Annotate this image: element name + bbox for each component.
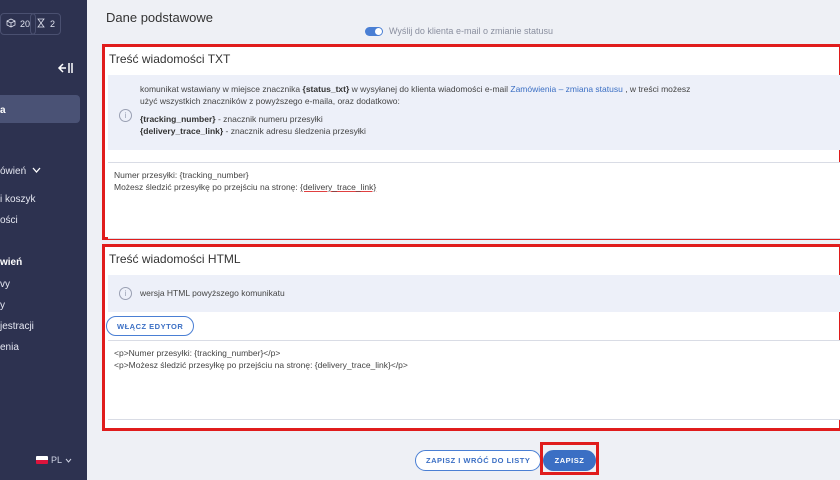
chevron-down-icon [65,458,72,463]
info-icon: i [119,109,132,122]
save-button[interactable]: ZAPISZ [543,450,596,471]
tracking-number-tag: {tracking_number} [140,114,216,124]
enable-editor-button[interactable]: WŁĄCZ EDYTOR [106,316,195,336]
tracking-number-desc: - znacznik numeru przesyłki [215,114,323,124]
sidebar-item-4[interactable]: y [0,300,5,311]
sidebar-item-cart[interactable]: i koszyk [0,194,36,205]
email-status-toggle[interactable] [365,26,383,36]
sidebar-group-orders[interactable]: ówień [0,166,26,177]
txt-content-line2-tag: {delivery_trace_link} [300,182,377,192]
collapse-sidebar-icon[interactable] [57,61,73,75]
txt-info-box: i komunikat wstawiany w miejsce znacznik… [108,75,840,150]
save-and-back-button[interactable]: ZAPISZ I WRÓĆ DO LISTY [415,450,542,471]
info-line1-mid: w wysyłanej do klienta wiadomości e-mail [349,84,511,94]
chevron-down-icon[interactable] [32,167,41,173]
packages-count: 20 [20,19,31,29]
page-title: Dane podstawowe [106,10,213,25]
html-info-text: wersja HTML powyższego komunikatu [140,288,285,298]
txt-message-panel: Treść wiadomości TXT i komunikat wstawia… [102,44,840,240]
html-message-panel: Treść wiadomości HTML i wersja HTML powy… [102,244,840,431]
language-label: PL [51,455,63,465]
txt-info-text: komunikat wstawiany w miejsce znacznika … [140,83,690,137]
sidebar-active-item[interactable] [0,95,80,123]
html-info-box: i wersja HTML powyższego komunikatu [108,275,840,312]
email-status-toggle-row[interactable]: Wyślij do klienta e-mail o zmianie statu… [365,26,553,36]
html-content-line1: <p>Numer przesyłki: {tracking_number}</p… [114,348,281,358]
delivery-trace-link-tag: {delivery_trace_link} [140,126,224,136]
email-status-toggle-label: Wyślij do klienta e-mail o zmianie statu… [389,26,553,36]
txt-content-line1: Numer przesyłki: {tracking_number} [114,170,249,180]
html-message-textarea[interactable]: <p>Numer przesyłki: {tracking_number}</p… [108,340,840,420]
sidebar-item-registration[interactable]: jestracji [0,321,34,332]
cube-icon [6,18,16,30]
language-selector[interactable]: PL [36,455,72,465]
info-line1-post: , w treści możesz [622,84,691,94]
pending-badge[interactable]: 2 [30,13,62,35]
hourglass-icon [36,18,46,30]
html-panel-title: Treść wiadomości HTML [109,252,241,266]
poland-flag-icon [36,456,48,464]
txt-message-textarea[interactable]: Numer przesyłki: {tracking_number} Możes… [108,162,840,239]
sidebar-item-3[interactable]: vy [0,279,10,290]
main-content: Dane podstawowe Wyślij do klienta e-mail… [87,0,840,480]
pending-count: 2 [50,19,56,29]
html-content-line2: <p>Możesz śledzić przesyłkę po przejściu… [114,360,408,370]
txt-panel-title: Treść wiadomości TXT [109,52,231,66]
sidebar: 20 2 a ówień i koszyk ości wień vy y jes… [0,0,87,480]
order-status-email-link[interactable]: Zamówienia – zmiana statusu [510,84,622,94]
txt-content-line2-pre: Możesz śledzić przesyłkę po przejściu na… [114,182,301,192]
sidebar-group-2[interactable]: wień [0,257,22,268]
info-line1-pre: komunikat wstawiany w miejsce znacznika [140,84,303,94]
sidebar-item-5[interactable]: enia [0,342,19,353]
sidebar-item-2[interactable]: ości [0,215,18,226]
sidebar-active-label: a [0,105,6,116]
delivery-trace-link-desc: - znacznik adresu śledzenia przesyłki [223,126,366,136]
info-icon: i [119,287,132,300]
status-txt-tag: {status_txt} [302,84,350,94]
info-line2: użyć wszystkich znaczników z powyższego … [140,96,400,106]
